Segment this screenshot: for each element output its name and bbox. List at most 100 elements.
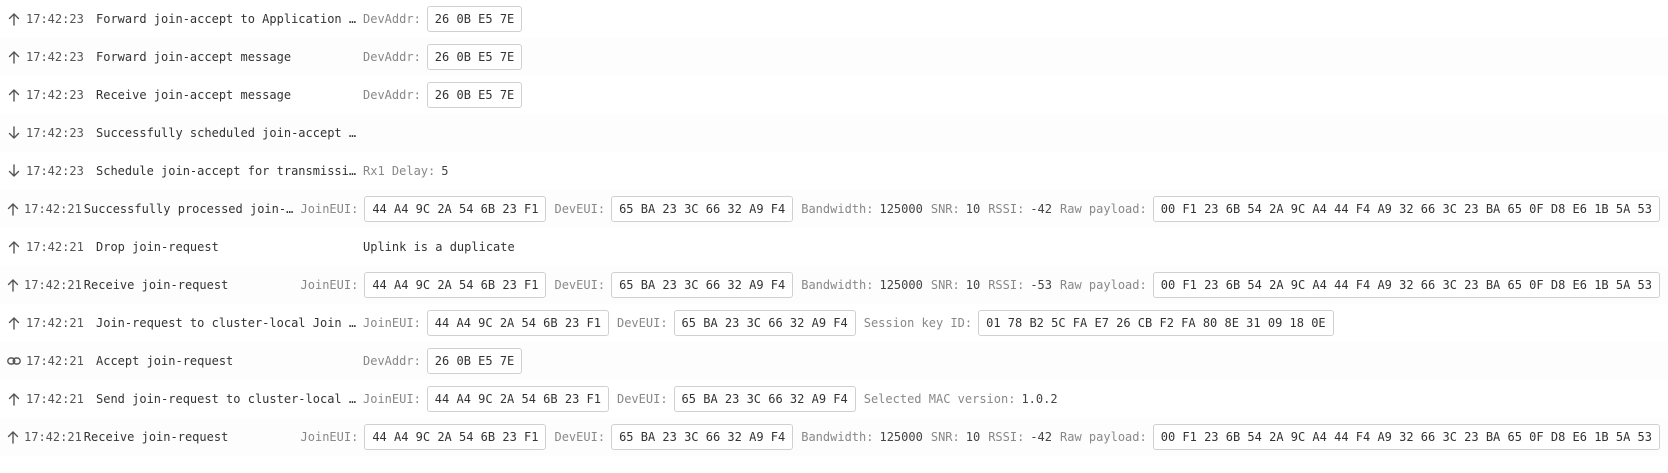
arrow-down-icon: [6, 163, 22, 179]
event-message: Receive join-request: [83, 278, 229, 292]
event-time: 17:42:21: [24, 202, 82, 216]
event-row[interactable]: 17:42:21Successfully processed join-requ…: [0, 190, 1668, 228]
field-label: Rx1 Delay:: [363, 164, 436, 178]
event-row[interactable]: 17:42:21 Send join-request to cluster-loc…: [0, 380, 1668, 418]
field-label: JoinEUI:: [363, 316, 421, 330]
field-value-box[interactable]: 65 BA 23 3C 66 32 A9 F4: [611, 196, 794, 222]
field-value-box[interactable]: 26 0B E5 7E: [426, 6, 523, 32]
field-label: Bandwidth:: [801, 202, 874, 216]
field-joineui: JoinEUI: 44 A4 9C 2A 54 6B 23 F1: [301, 424, 547, 450]
field-text: Uplink is a duplicate: [363, 240, 515, 254]
event-row[interactable]: 17:42:23 Forward join-accept message DevAd…: [0, 38, 1668, 76]
arrow-up-icon: [6, 49, 22, 65]
field-value: -42: [1030, 430, 1053, 444]
event-time: 17:42:21: [24, 278, 82, 292]
event-row[interactable]: 17:42:23 Forward join-accept to Applicati…: [0, 0, 1668, 38]
field-value-box[interactable]: 26 0B E5 7E: [426, 348, 523, 374]
field-label: DevEUI:: [554, 430, 606, 444]
field-value-box[interactable]: 65 BA 23 3C 66 32 A9 F4: [611, 424, 794, 450]
field-label: JoinEUI:: [363, 392, 421, 406]
event-time: 17:42:21: [26, 240, 84, 254]
field-label: RSSI:: [988, 202, 1025, 216]
field-value-box[interactable]: 26 0B E5 7E: [426, 82, 523, 108]
field-value-box[interactable]: 00 F1 23 6B 54 2A 9C A4 44 F4 A9 32 66 3…: [1152, 196, 1660, 222]
field-rssi: RSSI: -42: [988, 202, 1052, 216]
field-rssi: RSSI: -53: [988, 278, 1052, 292]
field-value: 10: [965, 278, 981, 292]
field-value-box[interactable]: 44 A4 9C 2A 54 6B 23 F1: [364, 272, 547, 298]
field-label: Raw payload:: [1060, 278, 1147, 292]
field-devaddr: DevAddr: 26 0B E5 7E: [363, 348, 523, 374]
event-time: 17:42:23: [26, 164, 84, 178]
field-label: SNR:: [930, 430, 960, 444]
field-deveui: DevEUI: 65 BA 23 3C 66 32 A9 F4: [554, 196, 794, 222]
field-label: DevAddr:: [363, 12, 421, 26]
event-row[interactable]: 17:42:21 Join-request to cluster-local Jo…: [0, 304, 1668, 342]
event-row[interactable]: 17:42:23 Receive join-accept message DevAd…: [0, 76, 1668, 114]
field-raw-payload: Raw payload: 00 F1 23 6B 54 2A 9C A4 44 F…: [1060, 272, 1660, 298]
event-message: Successfully scheduled join-accept fo…: [96, 126, 358, 140]
field-value-box[interactable]: 44 A4 9C 2A 54 6B 23 F1: [364, 196, 547, 222]
field-value-box[interactable]: 65 BA 23 3C 66 32 A9 F4: [611, 272, 794, 298]
field-value: -42: [1030, 202, 1053, 216]
field-devaddr: DevAddr: 26 0B E5 7E: [363, 82, 523, 108]
event-row[interactable]: 17:42:21 Drop join-request Uplink is a dup…: [0, 228, 1668, 266]
field-value-box[interactable]: 01 78 B2 5C FA E7 26 CB F2 FA 80 8E 31 0…: [978, 310, 1334, 336]
field-joineui: JoinEUI: 44 A4 9C 2A 54 6B 23 F1: [363, 386, 609, 412]
event-fields: DevAddr: 26 0B E5 7E: [363, 82, 530, 108]
field-snr: SNR: 10: [931, 430, 980, 444]
field-snr: SNR: 10: [931, 278, 980, 292]
field-devaddr: DevAddr: 26 0B E5 7E: [363, 6, 523, 32]
event-message: Forward join-accept message: [96, 50, 292, 64]
field-value: -53: [1030, 278, 1053, 292]
field-value-box[interactable]: 65 BA 23 3C 66 32 A9 F4: [673, 386, 856, 412]
event-fields: JoinEUI: 44 A4 9C 2A 54 6B 23 F1 DevEUI: 65…: [301, 196, 1668, 222]
event-message: Receive join-request: [83, 430, 229, 444]
field-value-box[interactable]: 44 A4 9C 2A 54 6B 23 F1: [426, 310, 609, 336]
field-raw-payload: Raw payload: 00 F1 23 6B 54 2A 9C A4 44 F…: [1060, 196, 1660, 222]
field-value-box[interactable]: 44 A4 9C 2A 54 6B 23 F1: [426, 386, 609, 412]
event-fields: JoinEUI: 44 A4 9C 2A 54 6B 23 F1 DevEUI: 65…: [301, 424, 1668, 450]
event-fields: Uplink is a duplicate: [363, 240, 523, 254]
event-row[interactable]: 17:42:23 Schedule join-accept for transmi…: [0, 152, 1668, 190]
event-message: Forward join-accept to Application Se…: [96, 12, 358, 26]
event-message: Accept join-request: [96, 354, 234, 368]
event-list: 17:42:23 Forward join-accept to Applicati…: [0, 0, 1668, 456]
event-fields: Rx1 Delay: 5: [363, 164, 456, 178]
link-icon: [6, 353, 22, 369]
event-row[interactable]: 17:42:23 Successfully scheduled join-acce…: [0, 114, 1668, 152]
field-label: DevEUI:: [616, 316, 668, 330]
event-message: Send join-request to cluster-local Jo…: [96, 392, 358, 406]
field-label: Raw payload:: [1060, 202, 1147, 216]
event-row[interactable]: 17:42:21 Receive join-request JoinEUI: 44 A…: [0, 266, 1668, 304]
field-deveui: DevEUI: 65 BA 23 3C 66 32 A9 F4: [554, 424, 794, 450]
field-deveui: DevEUI: 65 BA 23 3C 66 32 A9 F4: [617, 310, 856, 336]
event-row[interactable]: 17:42:21 Receive join-request JoinEUI: 44 A…: [0, 418, 1668, 456]
event-time: 17:42:21: [26, 316, 84, 330]
field-value-box[interactable]: 26 0B E5 7E: [426, 44, 523, 70]
field-value-box[interactable]: 44 A4 9C 2A 54 6B 23 F1: [364, 424, 547, 450]
event-fields: JoinEUI: 44 A4 9C 2A 54 6B 23 F1 DevEUI: 65…: [363, 386, 1066, 412]
event-fields: DevAddr: 26 0B E5 7E: [363, 44, 530, 70]
field-label: JoinEUI:: [300, 202, 359, 216]
event-time: 17:42:21: [26, 354, 84, 368]
field-value-box[interactable]: 65 BA 23 3C 66 32 A9 F4: [673, 310, 856, 336]
arrow-up-icon: [6, 277, 20, 293]
event-fields: DevAddr: 26 0B E5 7E: [363, 348, 530, 374]
field-value-box[interactable]: 00 F1 23 6B 54 2A 9C A4 44 F4 A9 32 66 3…: [1152, 424, 1660, 450]
field-rssi: RSSI: -42: [988, 430, 1052, 444]
event-time: 17:42:23: [26, 126, 84, 140]
field-label: DevAddr:: [363, 50, 421, 64]
field-value-box[interactable]: 00 F1 23 6B 54 2A 9C A4 44 F4 A9 32 66 3…: [1152, 272, 1660, 298]
arrow-up-icon: [6, 201, 20, 217]
field-bandwidth: Bandwidth: 125000: [801, 430, 923, 444]
field-bandwidth: Bandwidth: 125000: [801, 202, 923, 216]
field-raw-payload: Raw payload: 00 F1 23 6B 54 2A 9C A4 44 F…: [1060, 424, 1660, 450]
arrow-up-icon: [6, 429, 20, 445]
field-bandwidth: Bandwidth: 125000: [801, 278, 923, 292]
field-rx1-delay: Rx1 Delay: 5: [363, 164, 448, 178]
event-row[interactable]: 17:42:21 Accept join-request DevAddr: 26 0B…: [0, 342, 1668, 380]
field-label: DevEUI:: [616, 392, 668, 406]
arrow-up-icon: [6, 391, 22, 407]
arrow-up-icon: [6, 239, 22, 255]
